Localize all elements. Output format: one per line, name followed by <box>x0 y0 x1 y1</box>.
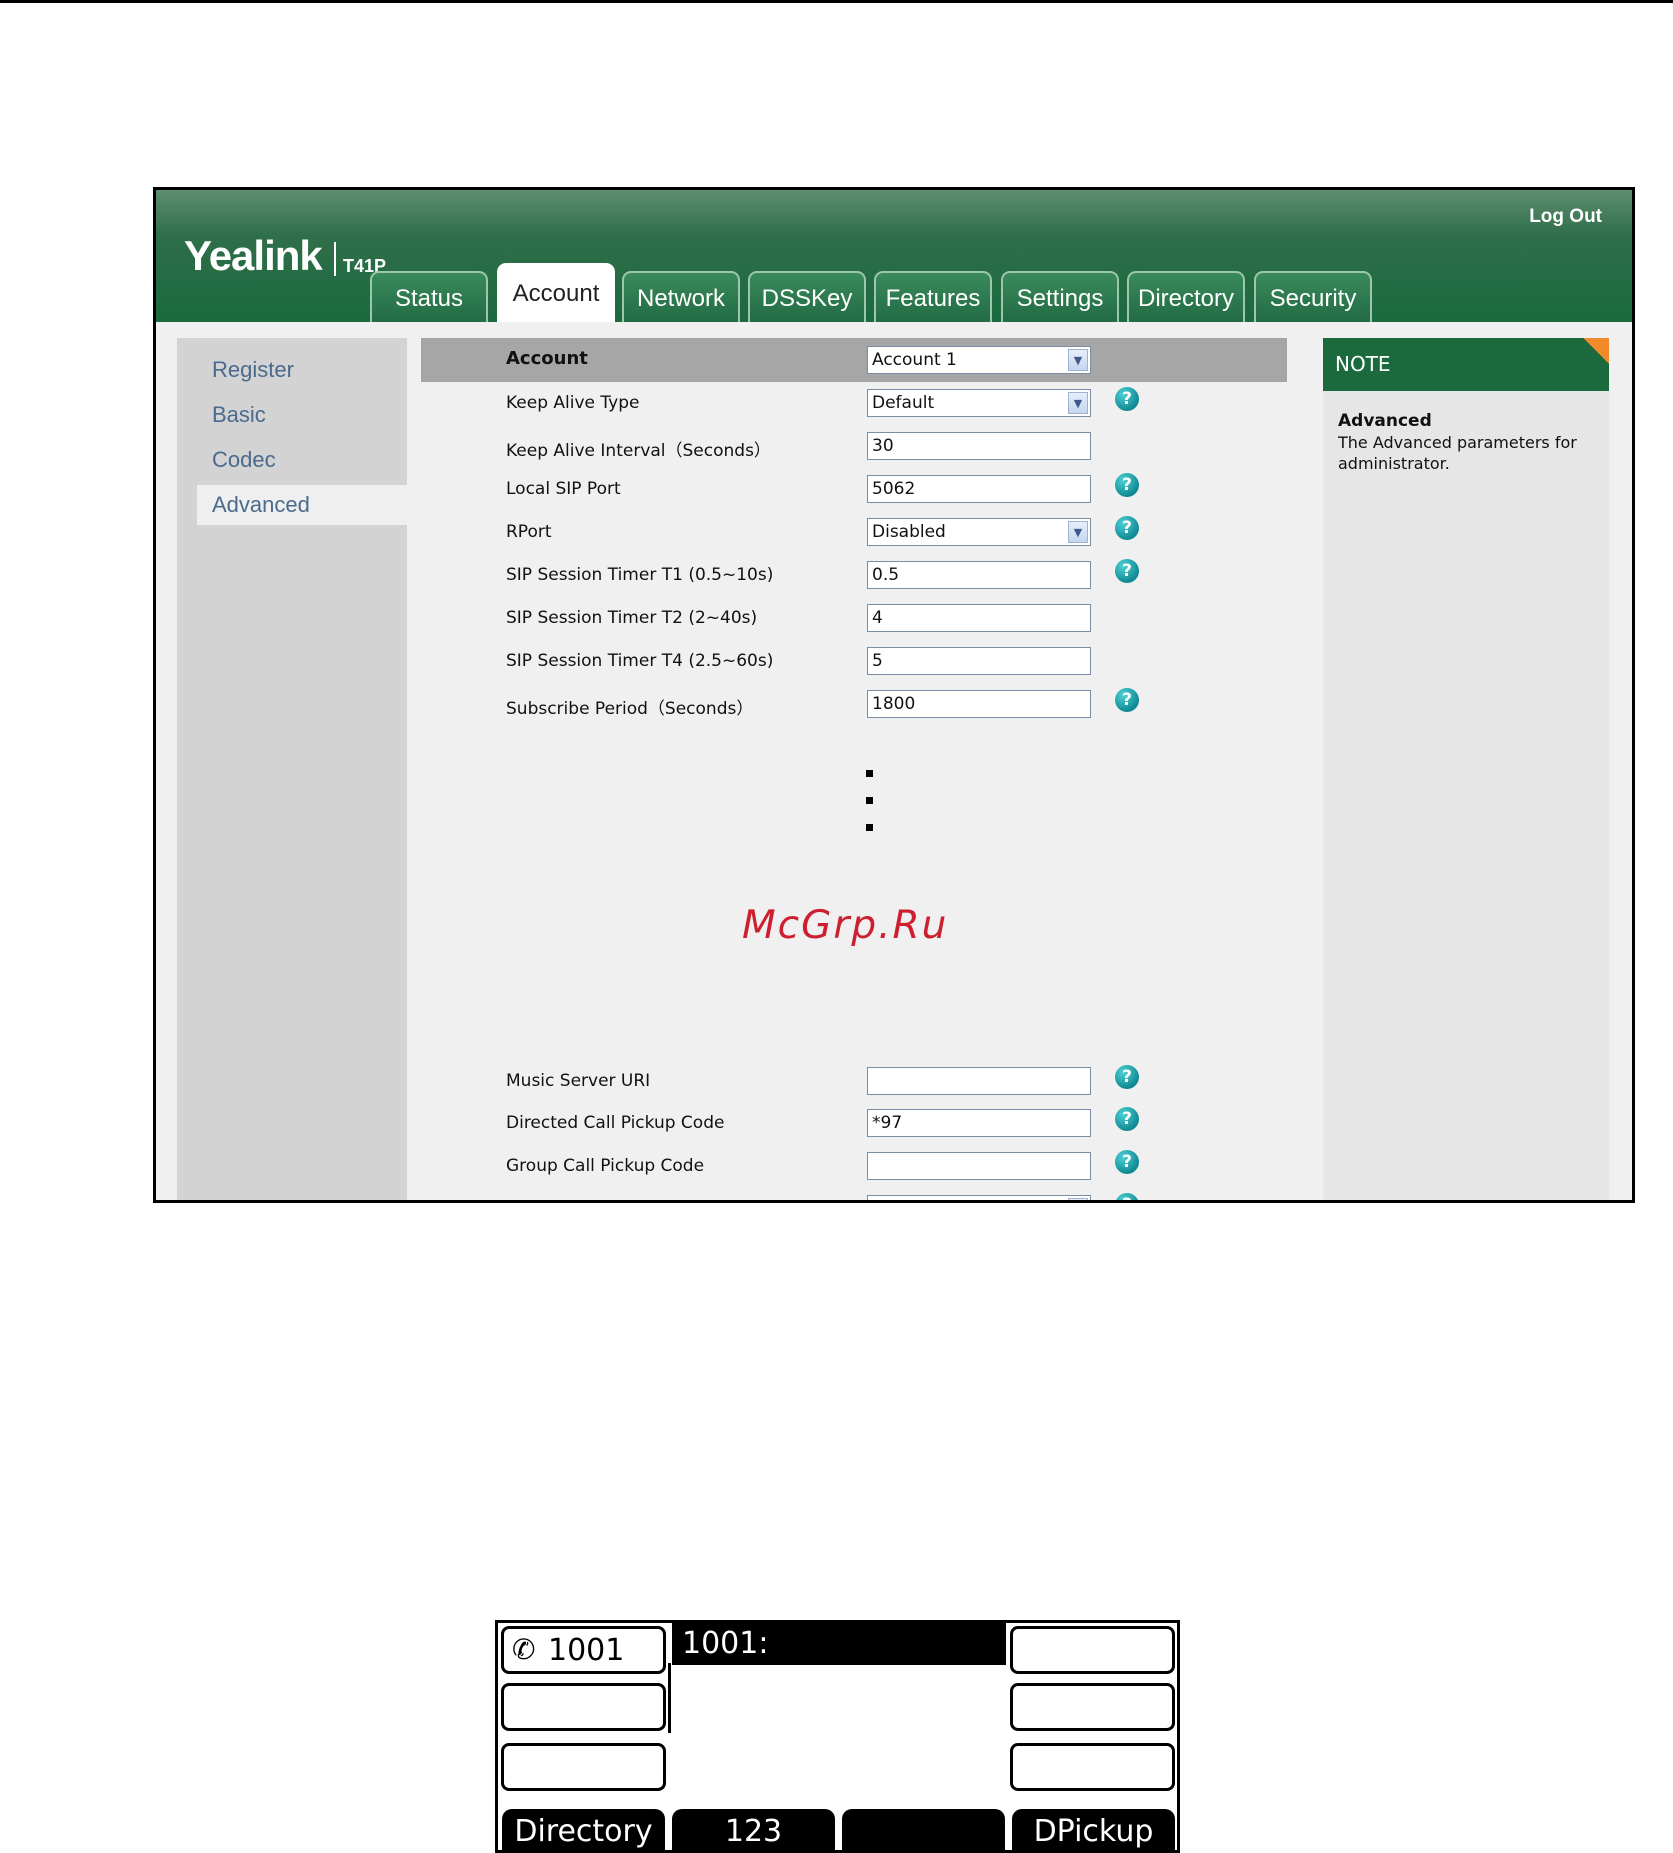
account-select[interactable]: Account 1 ▼ <box>867 346 1091 374</box>
directed-call-pickup-code-input[interactable]: *97 <box>867 1109 1091 1137</box>
keep-alive-interval-seconds-input[interactable]: 30 <box>867 432 1091 460</box>
tab-account[interactable]: Account <box>497 263 615 322</box>
note-body: The Advanced parameters for administrato… <box>1338 433 1577 473</box>
question-circle-icon[interactable]: ? <box>1115 1193 1139 1200</box>
chevron-down-icon: ▼ <box>1068 1198 1088 1200</box>
sip-session-timer-t4-2-5-60s-input[interactable]: 5 <box>867 647 1091 675</box>
directed-call-pickup-code-label: Directed Call Pickup Code <box>506 1113 725 1133</box>
question-circle-icon[interactable]: ? <box>1115 1107 1139 1131</box>
ellipsis-dot <box>866 824 873 831</box>
question-circle-icon[interactable]: ? <box>1115 559 1139 583</box>
line-key-label: 1001 <box>548 1633 625 1668</box>
keep-alive-type-select[interactable]: Default ▼ <box>867 389 1091 417</box>
distinctive-ring-tones-select[interactable]: Disabled ▼ <box>867 1195 1091 1200</box>
lcd-title-bar: 1001: <box>672 1623 1006 1665</box>
distinctive-ring-tones-value: Disabled <box>872 1199 946 1200</box>
group-call-pickup-code-label: Group Call Pickup Code <box>506 1156 705 1176</box>
sip-session-timer-t1-0-5-10s-label: SIP Session Timer T1 (0.5~10s) <box>506 565 774 585</box>
rport-label: RPort <box>506 522 552 542</box>
chevron-down-icon: ▼ <box>1068 349 1088 371</box>
sidebar: Register Basic Codec Advanced <box>177 338 407 1200</box>
question-circle-icon[interactable]: ? <box>1115 473 1139 497</box>
advanced-form: Account Account 1 ▼ Keep Alive Type Defau… <box>421 338 1301 1200</box>
line-key-3[interactable] <box>501 1743 666 1791</box>
account-row: Account Account 1 ▼ <box>421 338 1287 382</box>
tab-settings[interactable]: Settings <box>1001 271 1119 322</box>
sip-session-timer-t2-2-40s-label: SIP Session Timer T2 (2~40s) <box>506 608 758 628</box>
distinctive-ring-tones-label: Distinctive Ring Tones <box>506 1199 693 1200</box>
web-ui-frame: Yealink T41P Log Out Status Account Networ… <box>153 187 1635 1203</box>
tab-network[interactable]: Network <box>622 271 740 322</box>
tab-features[interactable]: Features <box>874 271 992 322</box>
chevron-down-icon: ▼ <box>1068 521 1088 543</box>
ellipsis-dot <box>866 797 873 804</box>
local-sip-port-label: Local SIP Port <box>506 479 621 499</box>
sidebar-item-codec[interactable]: Codec <box>177 440 407 480</box>
tab-security[interactable]: Security <box>1254 271 1372 322</box>
line-key-5[interactable] <box>1010 1683 1175 1731</box>
softkey-123[interactable]: 123 <box>672 1809 835 1850</box>
sip-session-timer-t2-2-40s-input[interactable]: 4 <box>867 604 1091 632</box>
question-circle-icon[interactable]: ? <box>1115 1065 1139 1089</box>
sidebar-item-basic[interactable]: Basic <box>177 395 407 435</box>
keep-alive-type-value: Default <box>872 393 935 413</box>
sidebar-item-advanced[interactable]: Advanced <box>197 485 407 525</box>
note-corner-icon <box>1583 338 1609 364</box>
line-key-1[interactable]: ✆ 1001 <box>501 1626 666 1674</box>
group-call-pickup-code-input[interactable] <box>867 1152 1091 1180</box>
brand-logo: Yealink <box>184 232 323 279</box>
tab-dsskey[interactable]: DSSKey <box>748 271 866 322</box>
tab-directory[interactable]: Directory <box>1127 271 1245 322</box>
local-sip-port-input[interactable]: 5062 <box>867 475 1091 503</box>
softkey-blank-2[interactable] <box>842 1809 1005 1850</box>
sip-session-timer-t4-2-5-60s-label: SIP Session Timer T4 (2.5~60s) <box>506 651 774 671</box>
tab-status[interactable]: Status <box>370 271 488 322</box>
line-key-2[interactable] <box>501 1683 666 1731</box>
rport-select[interactable]: Disabled ▼ <box>867 518 1091 546</box>
softkey-directory[interactable]: Directory <box>502 1809 665 1850</box>
account-select-value: Account 1 <box>872 350 957 370</box>
logout-link[interactable]: Log Out <box>1529 206 1602 228</box>
rport-value: Disabled <box>872 522 946 542</box>
softkey-dpickup[interactable]: DPickup <box>1012 1809 1175 1850</box>
note-title: NOTE <box>1335 352 1391 376</box>
keep-alive-interval-seconds-label: Keep Alive Interval（Seconds） <box>506 441 771 461</box>
header-bar: Yealink T41P Log Out Status Account Networ… <box>156 190 1632 322</box>
subscribe-period-seconds-input[interactable]: 1800 <box>867 690 1091 718</box>
keep-alive-type-label: Keep Alive Type <box>506 393 640 413</box>
line-key-6[interactable] <box>1010 1743 1175 1791</box>
music-server-uri-label: Music Server URI <box>506 1071 651 1091</box>
account-label: Account <box>506 348 588 369</box>
music-server-uri-input[interactable] <box>867 1067 1091 1095</box>
ellipsis-dot <box>866 770 873 777</box>
phone-handset-icon: ✆ <box>512 1633 536 1666</box>
note-panel: NOTE Advanced The Advanced parameters fo… <box>1323 338 1609 1200</box>
question-circle-icon[interactable]: ? <box>1115 516 1139 540</box>
sidebar-item-register[interactable]: Register <box>177 350 407 390</box>
line-key-4[interactable] <box>1010 1626 1175 1674</box>
question-circle-icon[interactable]: ? <box>1115 688 1139 712</box>
question-circle-icon[interactable]: ? <box>1115 387 1139 411</box>
subscribe-period-seconds-label: Subscribe Period（Seconds） <box>506 699 754 719</box>
sip-session-timer-t1-0-5-10s-input[interactable]: 0.5 <box>867 561 1091 589</box>
watermark: McGrp.Ru <box>742 903 949 948</box>
logo-divider <box>334 242 336 276</box>
note-body-title: Advanced <box>1338 411 1432 431</box>
note-header: NOTE <box>1323 338 1609 391</box>
page-top-rule <box>0 0 1673 3</box>
phone-lcd-screen: ✆ 1001 1001: Directory 123 DPickup <box>495 1620 1180 1853</box>
chevron-down-icon: ▼ <box>1068 392 1088 414</box>
lcd-divider <box>668 1663 671 1733</box>
question-circle-icon[interactable]: ? <box>1115 1150 1139 1174</box>
